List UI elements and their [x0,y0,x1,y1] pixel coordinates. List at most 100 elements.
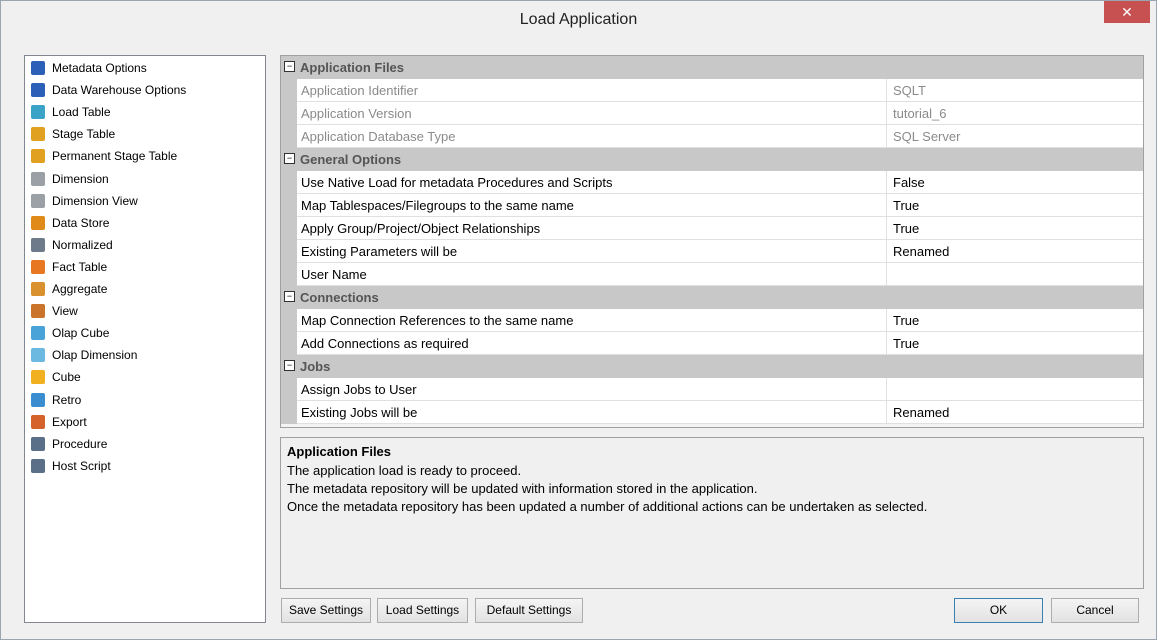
property-value[interactable]: False [886,171,1143,193]
category-header[interactable]: − Application Files [281,56,1143,79]
property-row[interactable]: Application Version tutorial_6 [281,102,1143,125]
tree-item[interactable]: Retro [31,389,81,411]
property-row[interactable]: Existing Parameters will be Renamed [281,240,1143,263]
category-label: Application Files [300,60,405,75]
close-icon: ✕ [1121,4,1133,20]
property-row[interactable]: Apply Group/Project/Object Relationships… [281,217,1143,240]
property-name: Application Database Type [301,129,456,144]
property-value[interactable]: True [886,194,1143,216]
retro-icon [31,392,45,407]
property-value[interactable]: Renamed [886,240,1143,262]
property-row[interactable]: Add Connections as required True [281,332,1143,355]
property-row[interactable]: Application Database Type SQL Server [281,125,1143,148]
property-row[interactable]: Existing Jobs will be Renamed [281,401,1143,424]
collapse-icon[interactable]: − [284,153,295,164]
row-margin [281,309,297,332]
cube-icon [31,370,45,385]
object-type-tree[interactable]: Metadata Options Data Warehouse Options Lo… [24,55,266,623]
tree-item[interactable]: Dimension [31,168,109,190]
save-settings-button[interactable]: Save Settings [281,598,371,623]
cancel-button[interactable]: Cancel [1051,598,1139,623]
category-header[interactable]: − Connections [281,286,1143,309]
export-icon [31,414,45,429]
property-value[interactable]: True [886,309,1143,331]
property-value[interactable] [886,263,1143,285]
property-value[interactable]: Renamed [886,401,1143,423]
tree-item[interactable]: Data Store [31,212,109,234]
property-value[interactable]: tutorial_6 [886,102,1143,124]
ok-button[interactable]: OK [954,598,1043,623]
tree-item[interactable]: Dimension View [31,190,138,212]
tree-item[interactable]: Olap Cube [31,322,109,344]
tree-item-label: Retro [52,392,82,407]
property-row[interactable]: Map Tablespaces/Filegroups to the same n… [281,194,1143,217]
collapse-icon[interactable]: − [284,360,295,371]
permanent-stage-table-icon [31,149,45,164]
property-grid[interactable]: − Application Files Application Identifier… [280,55,1144,428]
dimension-icon [31,171,45,186]
row-margin [281,401,297,424]
close-button[interactable]: ✕ [1104,1,1150,23]
normalized-icon [31,237,45,252]
category-header[interactable]: − Jobs [281,355,1143,378]
property-value[interactable]: True [886,217,1143,239]
tree-item-label: Olap Cube [52,326,110,341]
property-row[interactable]: Use Native Load for metadata Procedures … [281,171,1143,194]
tree-item[interactable]: Host Script [31,455,111,477]
tree-item[interactable]: Aggregate [31,278,107,300]
tree-item[interactable]: Metadata Options [31,57,147,79]
data-store-icon [31,215,45,230]
category-header[interactable]: − General Options [281,148,1143,171]
stage-table-icon [31,127,45,142]
property-value[interactable]: SQLT [886,79,1143,101]
property-row[interactable]: Assign Jobs to User [281,378,1143,401]
dialog-title: Load Application [519,11,638,28]
tree-item[interactable]: View [31,300,78,322]
fact-table-icon [31,259,45,274]
property-value[interactable] [886,378,1143,400]
row-margin [281,79,297,102]
tree-item-label: Aggregate [52,282,108,296]
property-value[interactable]: SQL Server [886,125,1143,147]
tree-item[interactable]: Procedure [31,433,107,455]
tree-item[interactable]: Olap Dimension [31,344,137,366]
property-name: User Name [301,267,367,282]
property-name: Use Native Load for metadata Procedures … [301,175,613,190]
tree-item-label: Host Script [52,458,111,473]
olap-cube-icon [31,326,45,341]
tree-item[interactable]: Permanent Stage Table [31,145,177,167]
tree-item-label: Procedure [52,436,108,451]
property-name: Application Version [301,106,412,121]
property-row[interactable]: Map Connection References to the same na… [281,309,1143,332]
tree-item[interactable]: Load Table [31,101,111,123]
collapse-icon[interactable]: − [284,291,295,302]
tree-item[interactable]: Data Warehouse Options [31,79,186,101]
tree-item[interactable]: Fact Table [31,256,107,278]
tree-item[interactable]: Export [31,411,87,433]
tree-item[interactable]: Stage Table [31,123,115,145]
tree-item-label: Export [52,414,87,429]
view-icon [31,304,45,319]
default-settings-button[interactable]: Default Settings [475,598,583,623]
tree-item[interactable]: Cube [31,366,81,388]
collapse-icon[interactable]: − [284,61,295,72]
tree-item-label: Cube [52,370,81,385]
tree-item[interactable]: Normalized [31,234,113,256]
row-margin [281,125,297,148]
property-row[interactable]: User Name [281,263,1143,286]
tree-item-label: View [52,304,78,319]
property-row[interactable]: Application Identifier SQLT [281,79,1143,102]
row-margin [281,217,297,240]
tree-item-label: Normalized [52,237,113,252]
load-settings-button[interactable]: Load Settings [377,598,468,623]
description-line: The metadata repository will be updated … [287,481,758,496]
category-label: Jobs [300,359,331,374]
title-bar[interactable]: Load Application ✕ [1,1,1156,40]
property-name: Map Connection References to the same na… [301,313,574,328]
description-title: Application Files [287,444,392,459]
category-label: General Options [300,152,402,167]
row-margin [281,194,297,217]
description-panel: Application Files The application load i… [280,437,1144,589]
property-value[interactable]: True [886,332,1143,354]
tree-item-label: Data Store [52,215,110,230]
